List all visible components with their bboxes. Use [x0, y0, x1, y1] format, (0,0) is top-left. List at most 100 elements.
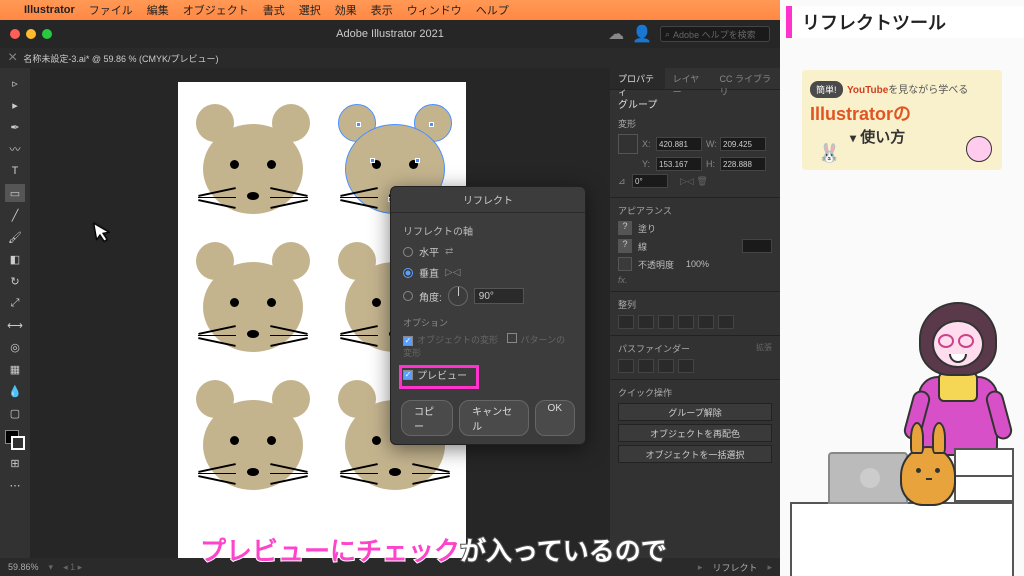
selection-type-label: グループ: [618, 96, 772, 111]
select-similar-button[interactable]: オブジェクトを一括選択: [618, 445, 772, 463]
angle-dial[interactable]: [448, 286, 468, 306]
rotate-tool-icon[interactable]: ↻: [5, 272, 25, 290]
fill-label: 塗り: [638, 222, 656, 235]
help-search-input[interactable]: ⌕Adobe ヘルプを検索: [660, 26, 770, 42]
type-tool-icon[interactable]: T: [5, 162, 25, 180]
promo-badge: 簡単!: [810, 81, 843, 98]
width-tool-icon[interactable]: ⟷: [5, 316, 25, 334]
properties-panel: プロパティ レイヤー CC ライブラリ グループ 変形 X: W: Y: H:: [610, 68, 780, 558]
subtitle-caption: プレビューにチェックが入っているので: [200, 531, 667, 568]
transform-patterns-checkbox: [507, 333, 517, 343]
bunny-mini-icon: 🐰: [818, 143, 840, 164]
angle-value-input[interactable]: [474, 288, 524, 304]
copy-button[interactable]: コピー: [401, 400, 453, 436]
opacity-label: 不透明度: [638, 258, 674, 271]
line-tool-icon[interactable]: ╱: [5, 206, 25, 224]
options-label: オプション: [403, 316, 573, 329]
stroke-weight-input[interactable]: [742, 239, 772, 253]
pathfinder-exclude-icon[interactable]: [678, 359, 694, 373]
ungroup-button[interactable]: グループ解除: [618, 403, 772, 421]
gradient-tool-icon[interactable]: ▦: [5, 360, 25, 378]
eraser-tool-icon[interactable]: ◧: [5, 250, 25, 268]
avatar-mini-icon: [966, 136, 992, 162]
horizontal-radio[interactable]: [403, 247, 413, 257]
tab-layers[interactable]: レイヤー: [665, 68, 712, 89]
artboard-tool-icon[interactable]: ▢: [5, 404, 25, 422]
screen-mode-icon[interactable]: ⊞: [5, 454, 25, 472]
mouse-illustration[interactable]: [188, 378, 318, 498]
menu-help[interactable]: ヘルプ: [476, 2, 509, 18]
preview-label: プレビュー: [417, 367, 467, 382]
promo-title: リフレクトツール: [786, 6, 1024, 38]
user-icon[interactable]: 👤: [632, 24, 652, 44]
maximize-window-button[interactable]: [42, 29, 52, 39]
cancel-button[interactable]: キャンセル: [459, 400, 528, 436]
fx-label[interactable]: fx.: [618, 275, 772, 285]
axis-label: リフレクトの軸: [403, 223, 573, 238]
x-input[interactable]: [656, 137, 702, 151]
transform-objects-checkbox: ✓: [403, 336, 413, 346]
align-bottom-icon[interactable]: [718, 315, 734, 329]
angle-input[interactable]: [632, 174, 668, 188]
align-top-icon[interactable]: [678, 315, 694, 329]
align-left-icon[interactable]: [618, 315, 634, 329]
mouse-illustration[interactable]: [188, 240, 318, 360]
zoom-level[interactable]: 59.86%: [8, 562, 39, 572]
menu-select[interactable]: 選択: [299, 2, 321, 18]
transform-section-title: 変形: [618, 117, 772, 130]
menu-type[interactable]: 書式: [263, 2, 285, 18]
cloud-icon[interactable]: ☁: [608, 24, 624, 44]
preview-checkbox[interactable]: ✓: [403, 370, 413, 380]
menu-view[interactable]: 表示: [371, 2, 393, 18]
cursor-icon: [92, 218, 117, 250]
pathfinder-unite-icon[interactable]: [618, 359, 634, 373]
document-tab-bar: × 名称未設定-3.ai* @ 59.86 % (CMYK/プレビュー): [0, 48, 780, 68]
align-right-icon[interactable]: [658, 315, 674, 329]
fill-stroke-swatch[interactable]: [5, 430, 25, 450]
promo-card: 簡単! YouTubeを見ながら学べる Illustratorの ▾ 使い方 🐰: [802, 70, 1002, 170]
y-input[interactable]: [656, 157, 702, 171]
dialog-title: リフレクト: [391, 187, 585, 213]
pathfinder-minus-icon[interactable]: [638, 359, 654, 373]
document-tab[interactable]: 名称未設定-3.ai* @ 59.86 % (CMYK/プレビュー): [23, 52, 218, 65]
menu-window[interactable]: ウィンドウ: [407, 2, 462, 18]
reflect-dialog: リフレクト リフレクトの軸 水平 ⇄ 垂直 ▷◁ 角度: オプション ✓オブジェ…: [390, 186, 586, 445]
align-vcenter-icon[interactable]: [698, 315, 714, 329]
selection-tool-icon[interactable]: ▹: [5, 74, 25, 92]
curvature-tool-icon[interactable]: 〰: [5, 140, 25, 158]
reference-point-icon[interactable]: [618, 134, 638, 154]
stroke-label: 線: [638, 240, 647, 253]
menu-edit[interactable]: 編集: [147, 2, 169, 18]
pen-tool-icon[interactable]: ✒: [5, 118, 25, 136]
menu-app[interactable]: Illustrator: [24, 4, 75, 16]
promo-illustration: [780, 256, 1024, 576]
align-hcenter-icon[interactable]: [638, 315, 654, 329]
status-tool: リフレクト: [712, 561, 757, 574]
tab-cc-libraries[interactable]: CC ライブラリ: [712, 68, 780, 89]
tab-properties[interactable]: プロパティ: [610, 68, 665, 89]
tools-panel: ▹ ▸ ✒ 〰 T ▭ ╱ 🖌 ◧ ↻ ⤢ ⟷ ◎ ▦ 💧 ▢ ⊞ ⋯: [0, 68, 30, 558]
window-title: Adobe Illustrator 2021: [336, 28, 444, 40]
recolor-button[interactable]: オブジェクトを再配色: [618, 424, 772, 442]
edit-toolbar-icon[interactable]: ⋯: [5, 476, 25, 494]
ok-button[interactable]: OK: [535, 400, 575, 436]
minimize-window-button[interactable]: [26, 29, 36, 39]
w-input[interactable]: [720, 137, 766, 151]
appearance-section-title: アピアランス: [618, 204, 772, 217]
angle-radio[interactable]: [403, 291, 413, 301]
direct-selection-tool-icon[interactable]: ▸: [5, 96, 25, 114]
menu-object[interactable]: オブジェクト: [183, 2, 249, 18]
menu-effect[interactable]: 効果: [335, 2, 357, 18]
titlebar: Adobe Illustrator 2021 ☁ 👤 ⌕Adobe ヘルプを検索: [0, 20, 780, 48]
scale-tool-icon[interactable]: ⤢: [5, 294, 25, 312]
paintbrush-tool-icon[interactable]: 🖌: [5, 228, 25, 246]
h-input[interactable]: [720, 157, 766, 171]
pathfinder-intersect-icon[interactable]: [658, 359, 674, 373]
rectangle-tool-icon[interactable]: ▭: [5, 184, 25, 202]
mouse-illustration[interactable]: [188, 102, 318, 222]
eyedropper-tool-icon[interactable]: 💧: [5, 382, 25, 400]
shape-builder-tool-icon[interactable]: ◎: [5, 338, 25, 356]
vertical-radio[interactable]: [403, 268, 413, 278]
menu-file[interactable]: ファイル: [89, 2, 133, 18]
close-window-button[interactable]: [10, 29, 20, 39]
